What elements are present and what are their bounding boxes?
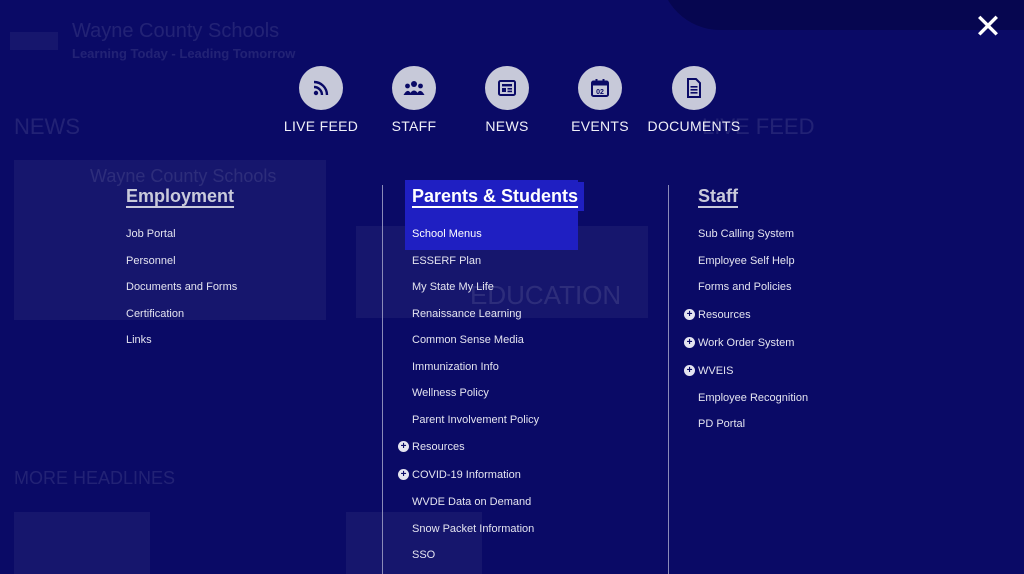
menu-item-sub-calling-system[interactable]: Sub Calling System bbox=[692, 221, 808, 248]
menu-item-employee-recognition[interactable]: Employee Recognition bbox=[692, 385, 808, 412]
menu-item-pd-portal[interactable]: PD Portal bbox=[692, 411, 808, 438]
menu-item-school-menus[interactable]: School Menus bbox=[406, 221, 584, 248]
plus-circle-icon: + bbox=[684, 336, 695, 348]
menu-item-esserf-plan[interactable]: ESSERF Plan bbox=[406, 248, 584, 275]
site-title: Wayne County Schools bbox=[72, 20, 280, 42]
menu-item-work-order-expandable[interactable]: + Work Order System bbox=[678, 329, 808, 357]
column-divider bbox=[382, 185, 383, 574]
plus-circle-icon: + bbox=[398, 441, 409, 452]
menu-item-documents-and-forms[interactable]: Documents and Forms bbox=[120, 274, 240, 301]
menu-item-forms-and-policies[interactable]: Forms and Policies bbox=[692, 274, 808, 301]
menu-item-label: Resources bbox=[412, 441, 465, 453]
menu-item-my-state-my-life[interactable]: My State My Life bbox=[406, 274, 584, 301]
menu-item-label: Resources bbox=[698, 308, 751, 321]
site-tagline: Learning Today - Leading Tomorrow bbox=[72, 46, 296, 61]
plus-circle-icon: + bbox=[398, 469, 409, 480]
menu-item-label: COVID-19 Information bbox=[412, 469, 521, 481]
headline-thumb bbox=[14, 512, 150, 574]
menu-item-staff-resources-expandable[interactable]: + Resources bbox=[678, 301, 808, 329]
column-divider bbox=[668, 185, 669, 574]
menu-item-common-sense-media[interactable]: Common Sense Media bbox=[406, 327, 584, 354]
employment-heading[interactable]: Employment bbox=[120, 182, 240, 211]
parents-students-menu: School Menus ESSERF Plan My State My Lif… bbox=[398, 221, 584, 569]
menu-item-covid-expandable[interactable]: + COVID-19 Information bbox=[392, 461, 584, 489]
staff-heading[interactable]: Staff bbox=[692, 182, 744, 211]
site-logo bbox=[10, 32, 58, 50]
menu-item-links[interactable]: Links bbox=[120, 327, 240, 354]
close-icon[interactable]: ✕ bbox=[972, 10, 1004, 44]
people-icon bbox=[392, 66, 436, 110]
calendar-icon: 02 bbox=[578, 66, 622, 110]
employment-column: Employment Job Portal Personnel Document… bbox=[120, 182, 240, 354]
quick-link-label: DOCUMENTS bbox=[647, 118, 741, 134]
quick-links-bar: LIVE FEED STAFF NEWS 02 EVENTS DOCUMENTS bbox=[0, 66, 1024, 146]
menu-item-wveis-expandable[interactable]: + WVEIS bbox=[678, 357, 808, 385]
parents-students-heading[interactable]: Parents & Students bbox=[406, 182, 585, 211]
plus-circle-icon: + bbox=[684, 364, 695, 376]
plus-circle-icon: + bbox=[684, 308, 695, 320]
menu-item-parent-involvement-policy[interactable]: Parent Involvement Policy bbox=[406, 407, 584, 434]
menu-item-resources-expandable[interactable]: + Resources bbox=[392, 433, 584, 461]
staff-menu: Sub Calling System Employee Self Help Fo… bbox=[684, 221, 808, 438]
menu-item-certification[interactable]: Certification bbox=[120, 301, 240, 328]
menu-item-wvde-data-on-demand[interactable]: WVDE Data on Demand bbox=[406, 489, 584, 516]
menu-item-label: Work Order System bbox=[698, 336, 795, 349]
menu-item-employee-self-help[interactable]: Employee Self Help bbox=[692, 248, 808, 275]
newspaper-icon bbox=[485, 66, 529, 110]
menu-item-job-portal[interactable]: Job Portal bbox=[120, 221, 240, 248]
calendar-badge: 02 bbox=[596, 89, 604, 96]
menu-item-snow-packet-information[interactable]: Snow Packet Information bbox=[406, 516, 584, 543]
menu-item-renaissance-learning[interactable]: Renaissance Learning bbox=[406, 301, 584, 328]
menu-item-immunization-info[interactable]: Immunization Info bbox=[406, 354, 584, 381]
staff-column: Staff Sub Calling System Employee Self H… bbox=[684, 182, 808, 438]
header-bar-shape bbox=[660, 0, 1024, 30]
quick-link-documents[interactable]: DOCUMENTS bbox=[634, 66, 754, 134]
rss-icon bbox=[299, 66, 343, 110]
menu-item-label: WVEIS bbox=[698, 364, 734, 377]
menu-item-personnel[interactable]: Personnel bbox=[120, 248, 240, 275]
more-headlines-heading: MORE HEADLINES bbox=[14, 468, 176, 488]
parents-students-column: Parents & Students School Menus ESSERF P… bbox=[398, 182, 585, 569]
employment-menu: Job Portal Personnel Documents and Forms… bbox=[120, 221, 240, 354]
menu-item-sso[interactable]: SSO bbox=[406, 542, 584, 569]
menu-item-wellness-policy[interactable]: Wellness Policy bbox=[406, 380, 584, 407]
document-icon bbox=[672, 66, 716, 110]
